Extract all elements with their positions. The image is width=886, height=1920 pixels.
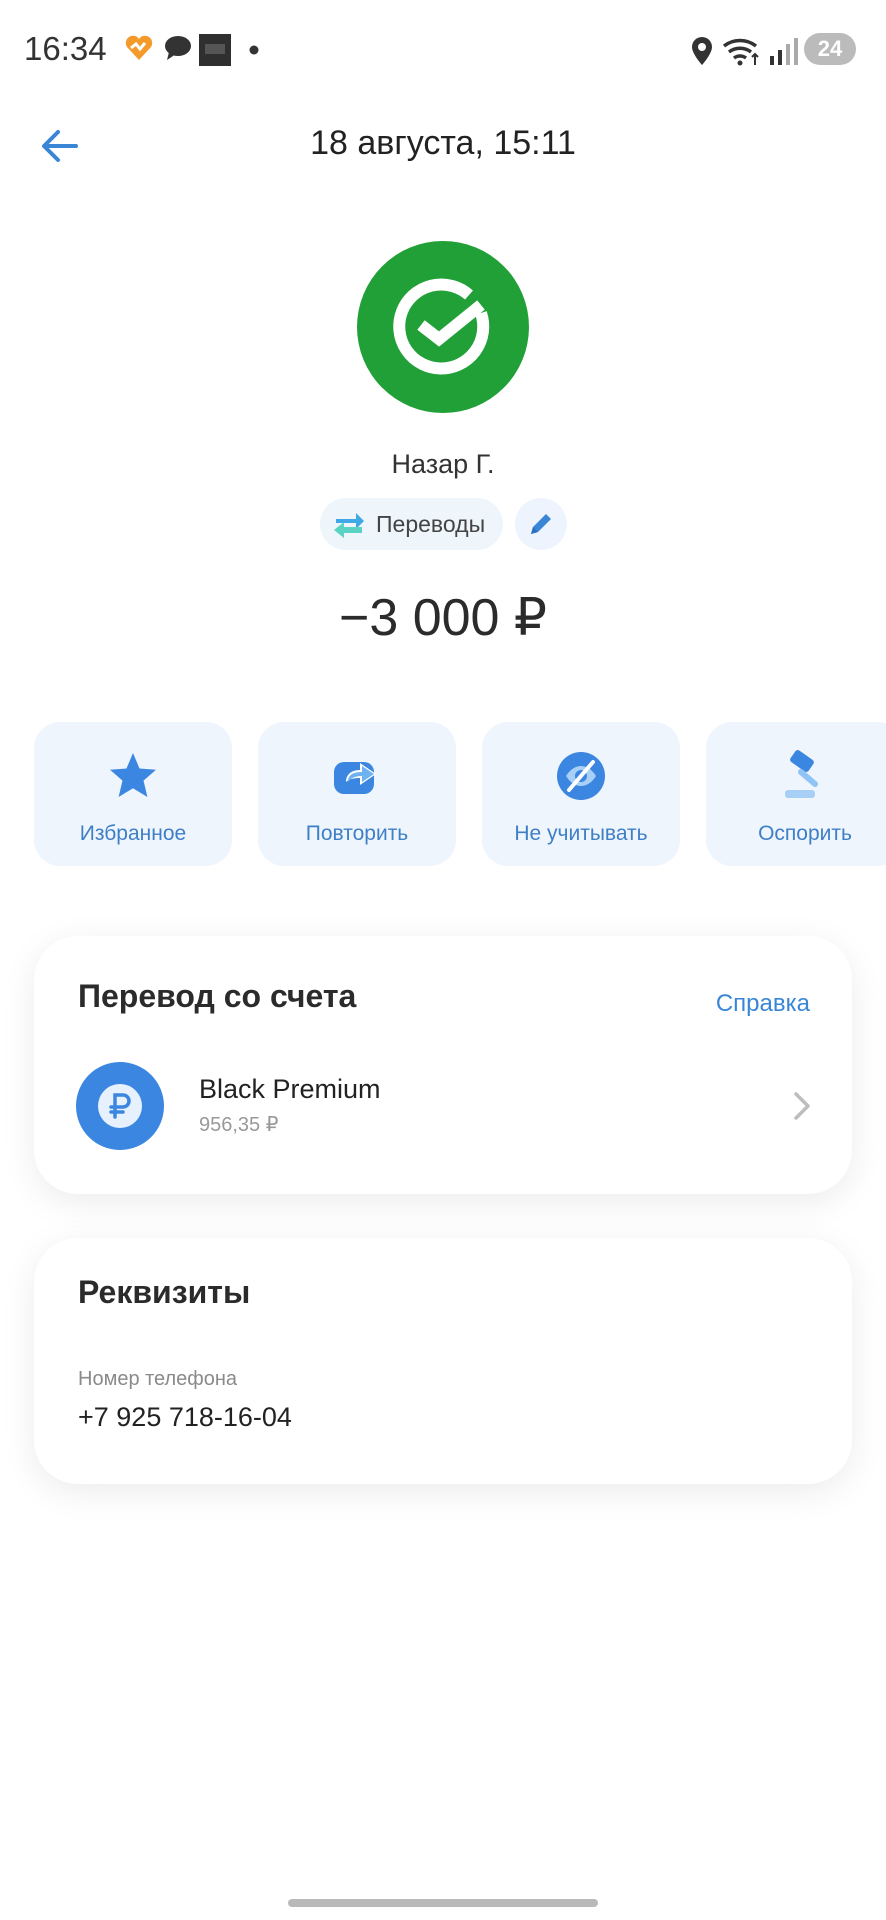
heart-app-icon [125,35,153,60]
repeat-label: Повторить [305,822,409,845]
edit-category-button[interactable] [515,498,567,550]
category-chip[interactable]: Переводы [320,498,504,550]
exclude-button[interactable]: Не учитывать [482,722,680,866]
chat-icon [165,36,191,60]
favorite-button[interactable]: Избранное [34,722,232,866]
eye-off-icon [557,752,605,800]
merchant-logo [357,241,529,413]
screen: 16:34 24 18 августа, 15:11 Назар Г. Пере… [0,0,886,1920]
dispute-label: Оспорить [758,822,852,845]
battery-level: 24 [817,36,843,61]
help-link[interactable]: Справка [716,990,810,1018]
sber-check-logo [393,278,490,375]
details-card-title: Реквизиты [78,1274,251,1310]
dispute-button[interactable]: Оспорить [706,722,886,866]
chevron-right-icon [794,1092,810,1120]
wifi-icon [722,38,759,66]
account-row[interactable]: Black Premium 956,35 ₽ [34,1056,852,1156]
actions-row: Избранное Повторить Не учитывать Оспорит… [34,722,886,866]
favorite-label: Избранное [79,822,187,845]
transfer-card: Перевод со счета Справка Black Premium 9… [34,936,852,1194]
account-balance: 956,35 ₽ [199,1114,279,1136]
account-name: Black Premium [199,1074,381,1104]
signal-icon [770,38,798,65]
repeat-icon [334,762,376,794]
dot-icon [249,45,259,55]
category-label: Переводы [376,510,486,537]
phone-value: +7 925 718-16-04 [78,1402,292,1432]
transfer-arrows-icon [334,513,364,538]
page-title: 18 августа, 15:11 [310,124,576,162]
merchant-name: Назар Г. [391,449,495,479]
pencil-icon [531,514,551,534]
repeat-button[interactable]: Повторить [258,722,456,866]
transfer-card-title: Перевод со счета [78,978,357,1014]
star-icon [110,753,156,797]
transaction-amount: −3 000 ₽ [338,589,548,647]
gavel-icon [785,750,818,798]
location-icon [692,37,712,65]
status-time: 16:34 [24,30,107,67]
details-card: Реквизиты Номер телефона +7 925 718-16-0… [34,1238,852,1484]
ruble-account-icon [76,1062,164,1150]
phone-label: Номер телефона [78,1368,238,1390]
battery-icon: 24 [804,33,856,65]
status-bar: 16:34 24 [0,0,886,100]
image-thumbnail-icon [199,34,231,66]
home-indicator[interactable] [288,1899,598,1907]
exclude-label: Не учитывать [514,822,648,845]
